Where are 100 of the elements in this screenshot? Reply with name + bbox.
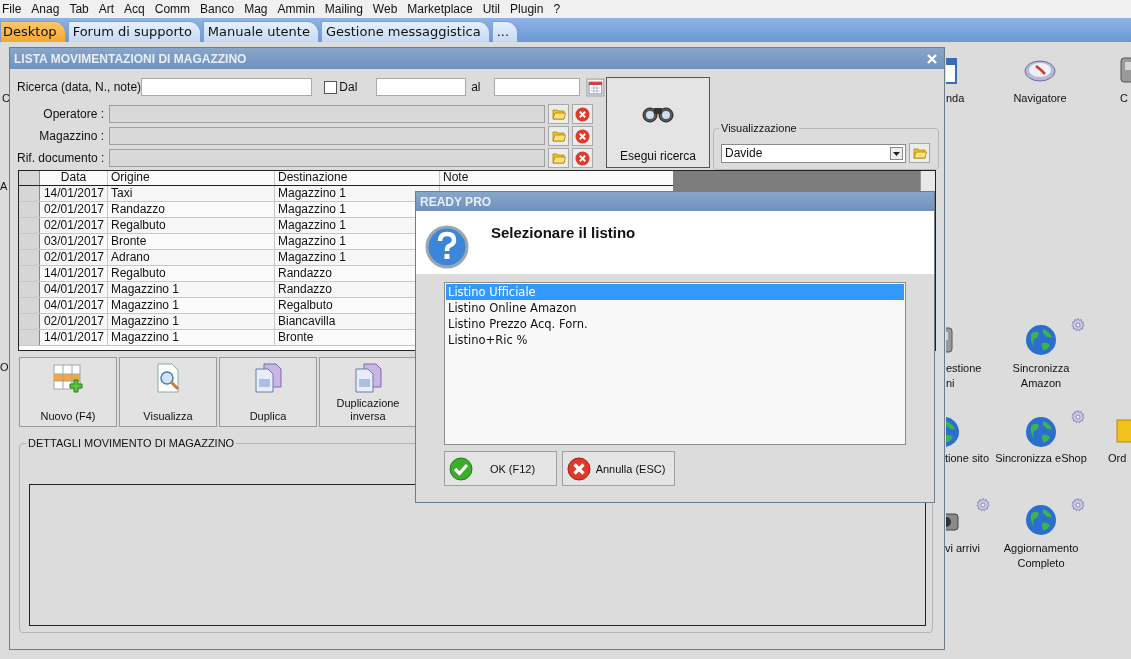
menu-item[interactable]: ? (548, 1, 566, 17)
table-cell: 14/01/2017 (40, 266, 108, 281)
desktop-icon-label[interactable]: Navigatore (1013, 91, 1067, 106)
desktop-icon-label[interactable]: O (0, 360, 9, 375)
table-cell: Regalbuto (108, 218, 275, 233)
column-header[interactable]: Origine (108, 171, 275, 185)
globe-icon[interactable] (1025, 324, 1057, 356)
table-cell: Magazzino 1 (108, 298, 275, 313)
window-title: LISTA MOVIMENTAZIONI DI MAGAZZINO (14, 51, 247, 66)
tab[interactable]: Forum di supporto (67, 21, 201, 42)
list-item[interactable]: Listino Prezzo Acq. Forn. (446, 316, 904, 332)
desktop-icon-label[interactable]: vi arrivi (945, 541, 980, 556)
documents-icon (352, 362, 384, 394)
tab[interactable]: Gestione messaggistica (320, 21, 490, 42)
table-cell: 02/01/2017 (40, 218, 108, 233)
row-header[interactable] (19, 202, 40, 217)
menu-item[interactable]: Banco (195, 1, 240, 17)
globe-icon[interactable] (1025, 504, 1057, 536)
menu-item[interactable]: Mag (239, 1, 273, 17)
view-dropdown[interactable]: Davide (721, 143, 906, 163)
clear-button[interactable] (572, 126, 593, 146)
date-from-label: Dal (339, 80, 359, 94)
question-icon (425, 225, 469, 269)
tab[interactable]: ... (491, 21, 519, 42)
date-to-label: al (471, 80, 482, 94)
table-cell: Taxi (108, 186, 275, 201)
calendar-icon[interactable] (586, 77, 605, 97)
row-header[interactable] (19, 218, 40, 233)
action-button[interactable]: Duplicazione inversa (319, 357, 417, 427)
desktop-icon-label[interactable]: tione sito (945, 451, 990, 466)
desktop-icon-label[interactable]: estione ni (946, 361, 982, 391)
list-item[interactable]: Listino Online Amazon (446, 300, 904, 316)
filter-label: Rif. documento : (17, 151, 106, 165)
desktop-icon-label[interactable]: Aggiornamento Completo (1003, 541, 1079, 571)
menu-item[interactable]: Comm (149, 1, 196, 17)
desktop-icon-label[interactable]: Ord (1108, 451, 1127, 466)
table-cell: Bronte (108, 234, 275, 249)
row-header[interactable] (19, 186, 40, 201)
menu-item[interactable]: Marketplace (402, 1, 478, 17)
tab[interactable]: Manuale utente (202, 21, 319, 42)
menu-item[interactable]: File (0, 1, 27, 17)
column-header[interactable]: Destinazione (275, 171, 440, 185)
search-label: Ricerca (data, N., note) (17, 80, 142, 94)
list-item[interactable]: Listino+Ric % (446, 332, 904, 348)
filter-label: Magazzino : (38, 129, 105, 143)
cancel-button[interactable]: Annulla (ESC) (562, 451, 675, 486)
menu-item[interactable]: Util (477, 1, 506, 17)
dialog-heading: Selezionare il listino (491, 224, 636, 241)
table-cell: 04/01/2017 (40, 282, 108, 297)
row-header[interactable] (19, 266, 40, 281)
table-cell: 03/01/2017 (40, 234, 108, 249)
browse-folder-button[interactable] (548, 104, 569, 124)
menu-item[interactable]: Web (367, 1, 403, 17)
menu-item[interactable]: Art (93, 1, 120, 17)
menu-item[interactable]: Anag (26, 1, 65, 17)
search-button[interactable]: Esegui ricerca (606, 77, 710, 169)
table-cell: 02/01/2017 (40, 202, 108, 217)
table-cell: 14/01/2017 (40, 330, 108, 345)
date-to-field[interactable] (493, 78, 581, 96)
date-from-checkbox[interactable] (324, 80, 338, 94)
desktop-icon-label[interactable]: A (0, 179, 8, 194)
menu-item[interactable]: Plugin (505, 1, 549, 17)
check-icon (449, 456, 473, 481)
desktop-icon-label[interactable]: Sincronizza eShop (995, 451, 1087, 466)
table-cell: 02/01/2017 (40, 250, 108, 265)
action-button[interactable]: Duplica (219, 357, 317, 427)
browse-folder-button[interactable] (548, 148, 569, 168)
grid-plus-icon (52, 362, 84, 394)
row-header[interactable] (19, 298, 40, 313)
details-group-title: DETTAGLI MOVIMENTO DI MAGAZZINO (26, 436, 237, 450)
ok-button[interactable]: OK (F12) (444, 451, 557, 486)
cancel-icon (567, 456, 591, 481)
globe-icon[interactable] (1025, 416, 1057, 448)
desktop-icon-label[interactable]: Sincronizza Amazon (1012, 361, 1070, 391)
row-header[interactable] (19, 171, 40, 185)
search-field[interactable] (141, 78, 313, 96)
column-header[interactable]: Data (40, 171, 108, 185)
date-from-field[interactable] (376, 78, 467, 96)
menu-item[interactable]: Mailing (319, 1, 368, 17)
browse-folder-button[interactable] (548, 126, 569, 146)
row-header[interactable] (19, 250, 40, 265)
action-button[interactable]: Nuovo (F4) (19, 357, 117, 427)
row-header[interactable] (19, 330, 40, 345)
filter-label: Operatore : (42, 107, 105, 121)
menu-item[interactable]: Ammin (272, 1, 320, 17)
menu-item[interactable]: Tab (64, 1, 94, 17)
row-header[interactable] (19, 234, 40, 249)
row-header[interactable] (19, 282, 40, 297)
clear-button[interactable] (572, 104, 593, 124)
desktop-icon-label[interactable]: C (1120, 91, 1128, 106)
clear-button[interactable] (572, 148, 593, 168)
action-button[interactable]: Visualizza (119, 357, 217, 427)
desktop-icon-label[interactable]: C (2, 91, 10, 106)
menu-item[interactable]: Acq (119, 1, 150, 17)
browse-button[interactable] (909, 143, 930, 164)
table-cell: 14/01/2017 (40, 186, 108, 201)
desktop-icon-label[interactable]: nda (946, 91, 965, 106)
row-header[interactable] (19, 314, 40, 329)
tab[interactable]: Desktop (0, 21, 66, 42)
close-icon[interactable] (926, 52, 938, 65)
